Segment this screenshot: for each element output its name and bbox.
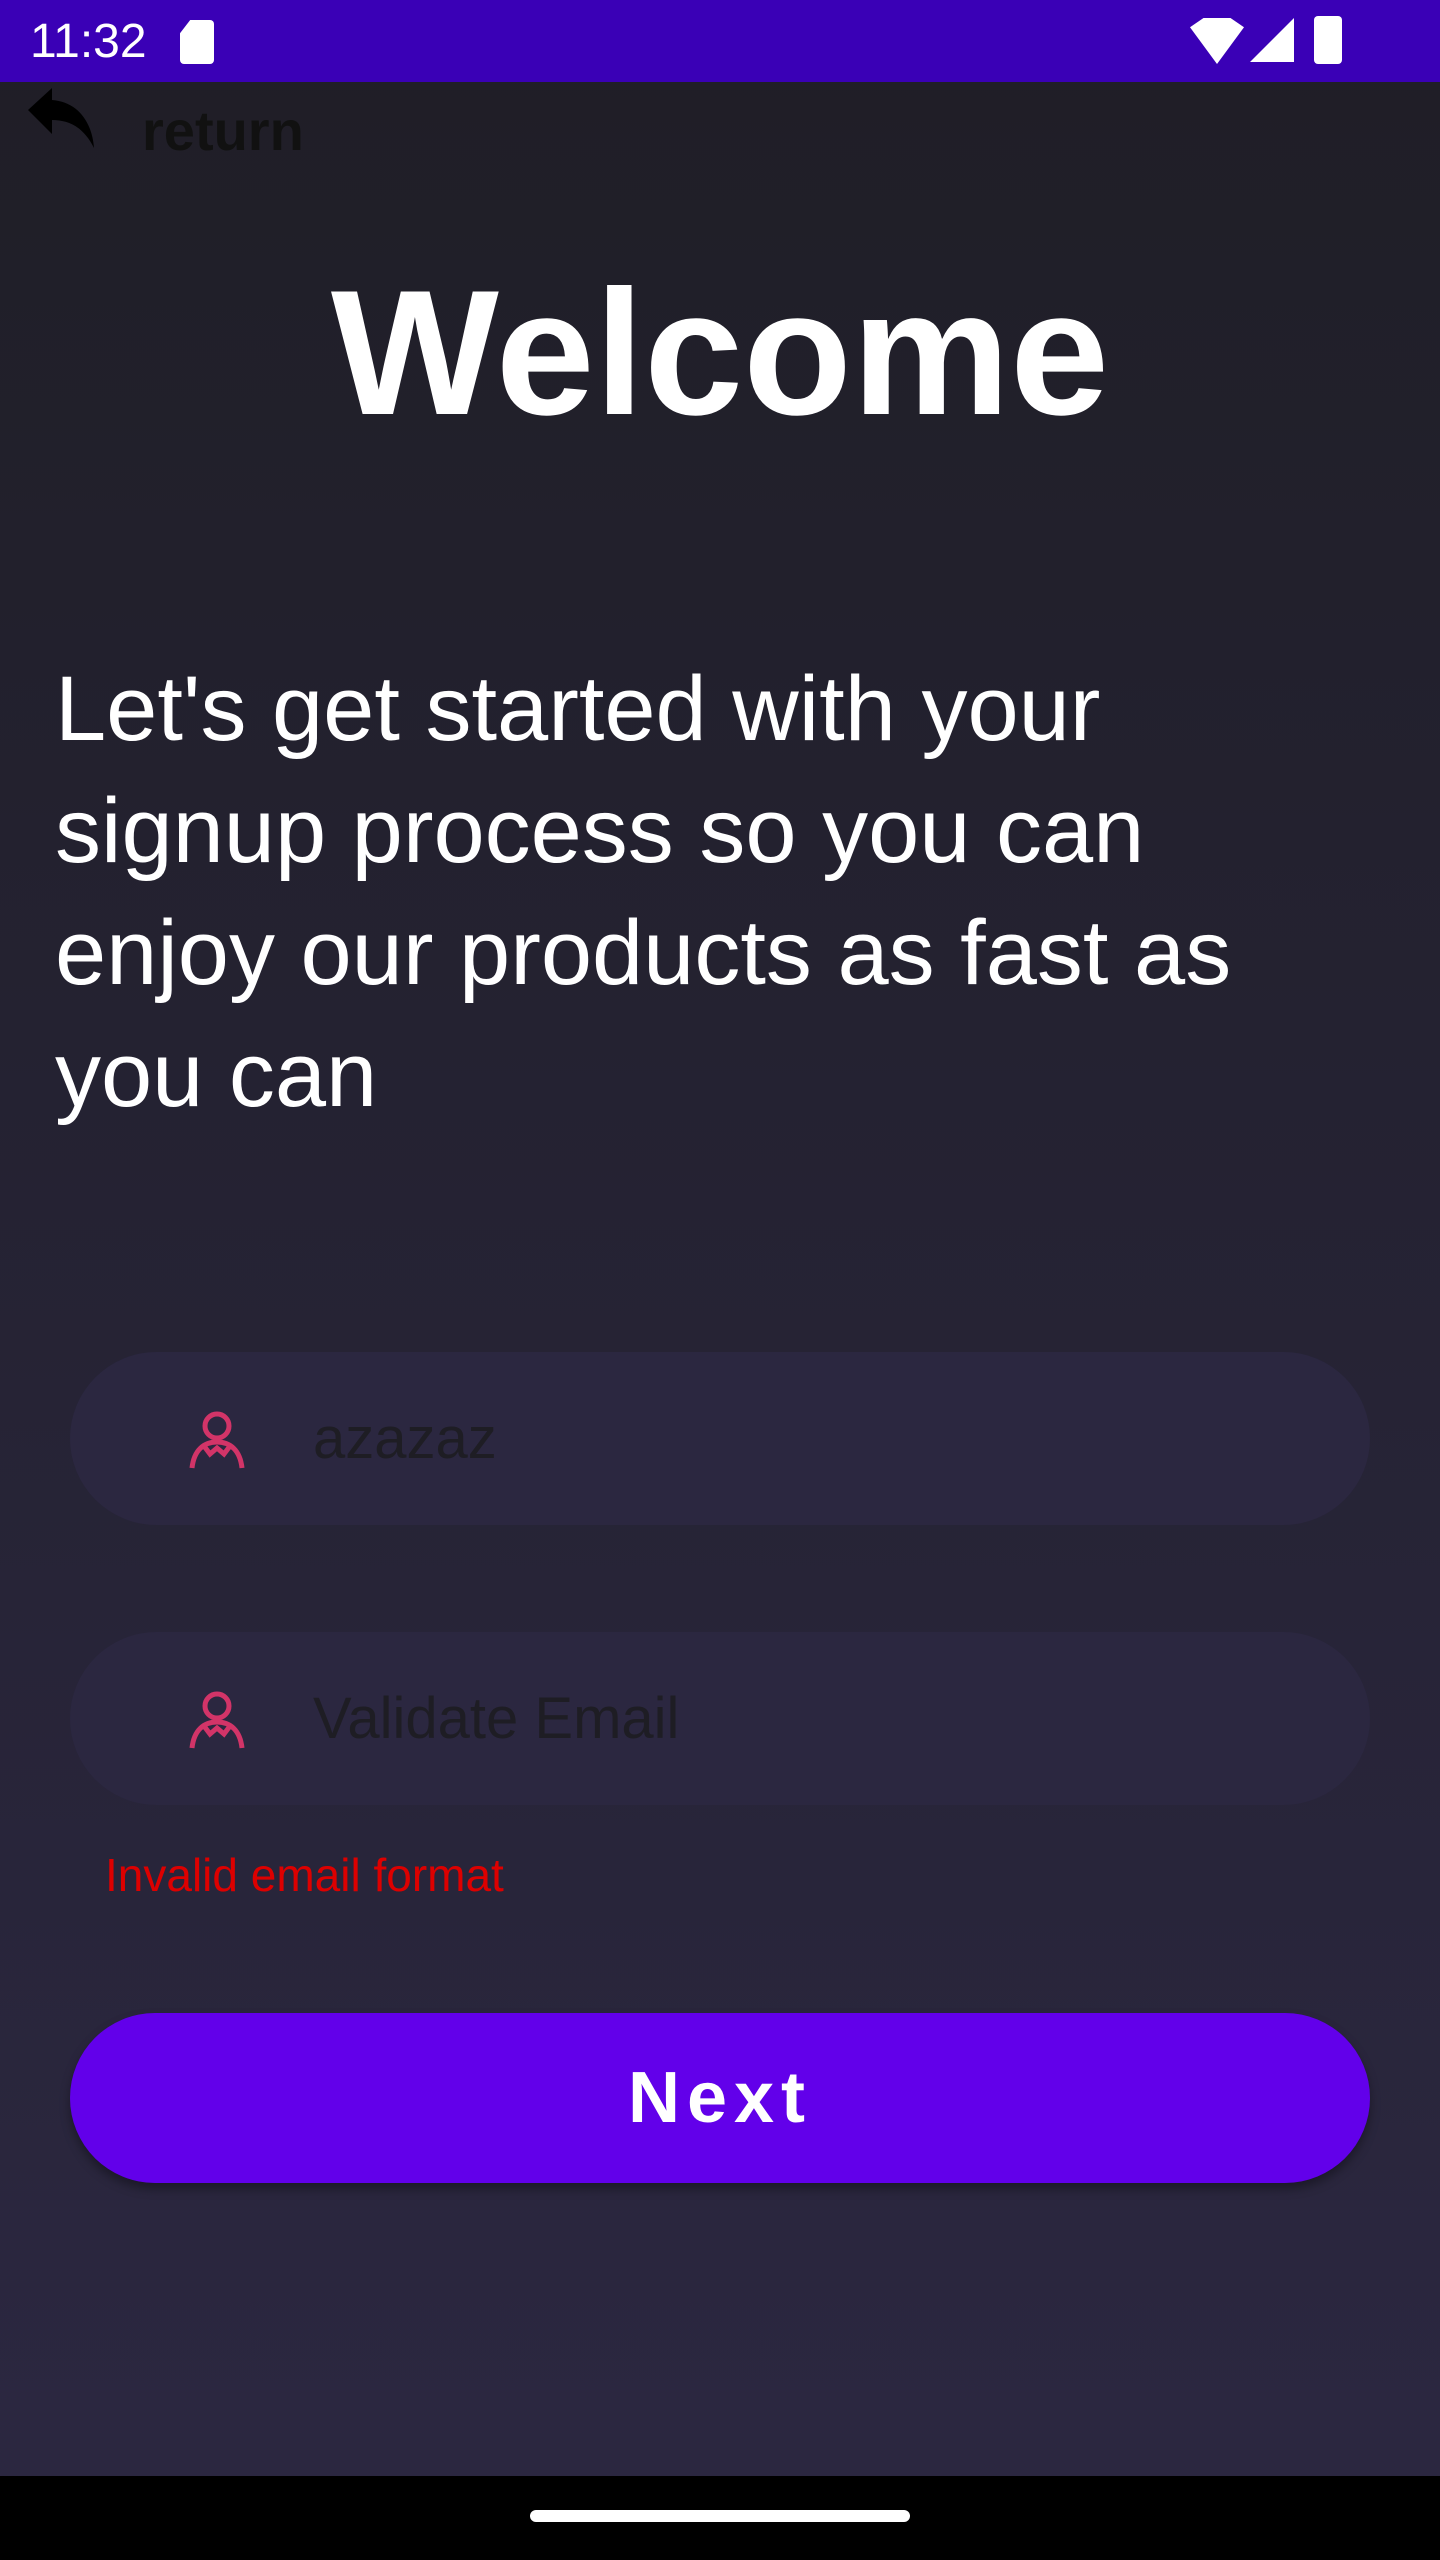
home-handle[interactable] — [530, 2510, 910, 2522]
page-title: Welcome — [330, 253, 1110, 452]
email-field[interactable] — [70, 1632, 1370, 1805]
user-icon — [189, 1411, 245, 1469]
name-input[interactable] — [313, 1352, 1313, 1525]
user-icon — [189, 1691, 245, 1749]
intro-text: Let's get started with your signup proce… — [55, 658, 1232, 1126]
name-field[interactable] — [70, 1352, 1370, 1525]
navigation-bar — [0, 2476, 1440, 2560]
status-bar: 11:32 — [0, 0, 1440, 82]
signal-icon — [1250, 18, 1294, 62]
wifi-icon — [1190, 18, 1244, 64]
sd-card-icon — [180, 20, 214, 64]
reply-arrow-icon[interactable] — [26, 88, 96, 148]
next-button[interactable]: Next — [70, 2013, 1370, 2183]
battery-icon — [1314, 16, 1342, 64]
return-button[interactable]: return — [142, 98, 304, 163]
clock: 11:32 — [30, 15, 147, 68]
email-input[interactable] — [313, 1632, 1313, 1805]
email-error-text: Invalid email format — [105, 1849, 504, 1901]
